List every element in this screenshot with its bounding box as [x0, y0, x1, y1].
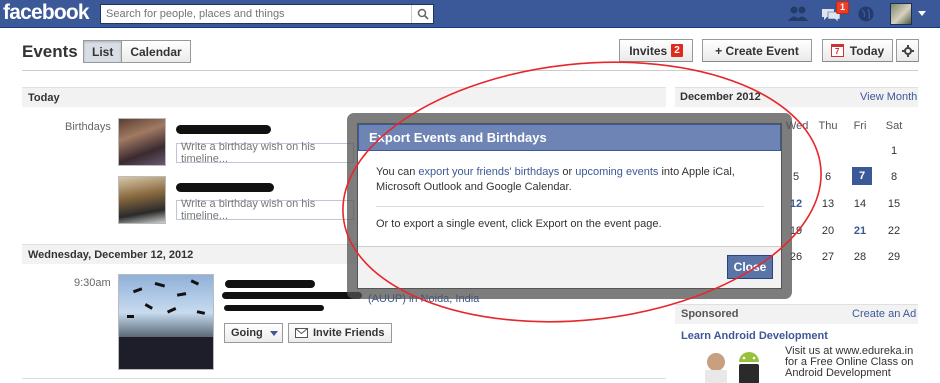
friend-requests-icon[interactable]	[787, 5, 808, 23]
friend-photo-2[interactable]	[118, 176, 166, 224]
redacted-event-detail	[224, 305, 324, 311]
invites-label: Invites	[629, 43, 668, 58]
view-month-link[interactable]: View Month	[860, 91, 917, 103]
tab-calendar[interactable]: Calendar	[121, 41, 190, 62]
facebook-logo[interactable]: facebook	[3, 1, 90, 25]
event-time: 9:30am	[74, 277, 111, 289]
dialog-footer: Close	[358, 246, 781, 288]
birthdays-label: Birthdays	[65, 121, 111, 133]
weekday-sat: Sat	[885, 120, 903, 132]
calendar-day[interactable]: 1	[884, 145, 904, 157]
calendar-day[interactable]: 22	[884, 225, 904, 237]
export-birthdays-link[interactable]: export your friends' birthdays	[418, 166, 559, 178]
android-mascot-icon	[705, 352, 759, 383]
search-icon	[417, 8, 429, 20]
upcoming-events-link[interactable]: upcoming events	[575, 166, 658, 178]
search-input[interactable]	[101, 5, 411, 23]
create-event-button[interactable]: + Create Event	[702, 39, 812, 62]
account-menu-caret-icon[interactable]	[918, 11, 926, 16]
gear-icon	[901, 44, 914, 57]
dialog-text: You can	[376, 166, 419, 178]
birthday-wish-input-2[interactable]: Write a birthday wish on his timeline...	[176, 198, 354, 222]
top-navigation-bar: facebook 1	[0, 0, 940, 28]
calendar-day[interactable]: 27	[818, 251, 838, 263]
friend-photo-1[interactable]	[118, 118, 166, 166]
export-dialog: Export Events and Birthdays You can expo…	[357, 123, 782, 289]
calendar-day-icon: 7	[830, 44, 844, 57]
graduation-caps-image	[119, 279, 213, 369]
today-label: Today	[849, 43, 885, 58]
view-switcher: List Calendar	[83, 40, 191, 63]
settings-button[interactable]	[896, 39, 919, 62]
going-label: Going	[231, 327, 263, 339]
chevron-down-icon	[269, 330, 278, 336]
calendar-day[interactable]: 20	[818, 225, 838, 237]
profile-avatar[interactable]	[890, 3, 912, 25]
header-divider	[22, 70, 918, 71]
dialog-title: Export Events and Birthdays	[358, 124, 781, 151]
redacted-name-1	[176, 125, 271, 134]
dialog-separator	[376, 206, 764, 207]
today-heading: Today	[22, 87, 666, 107]
messages-badge: 1	[836, 1, 850, 14]
redacted-name-2	[176, 183, 274, 192]
event-photo[interactable]	[118, 274, 214, 370]
invites-button[interactable]: Invites 2	[619, 39, 693, 62]
sponsored-label: Sponsored	[681, 308, 739, 320]
dialog-body: You can export your friends' birthdays o…	[358, 151, 781, 232]
weekday-thu: Thu	[818, 120, 838, 132]
today-button[interactable]: 7 Today	[822, 39, 893, 62]
search-box	[100, 4, 434, 24]
calendar-day[interactable]: 15	[884, 198, 904, 210]
calendar-day-event[interactable]: 21	[850, 225, 870, 237]
weekday-fri: Fri	[853, 120, 867, 132]
redacted-event-title	[225, 280, 315, 288]
calendar-month-title: December 2012	[680, 91, 761, 103]
going-dropdown-button[interactable]: Going	[224, 323, 283, 343]
notifications-globe-icon[interactable]	[856, 5, 876, 23]
calendar-day[interactable]: 6	[818, 171, 838, 183]
ad-title-link[interactable]: Learn Android Development	[681, 330, 828, 342]
ad-text: Visit us at www.edureka.in for a Free On…	[785, 346, 913, 379]
calendar-day[interactable]: 13	[818, 198, 838, 210]
invite-friends-label: Invite Friends	[313, 327, 385, 339]
calendar-day[interactable]: 14	[850, 198, 870, 210]
tab-list[interactable]: List	[84, 41, 122, 62]
ad-text-line: Android Development	[785, 367, 891, 379]
redacted-event-host	[222, 292, 362, 299]
invite-friends-button[interactable]: Invite Friends	[288, 323, 392, 343]
birthday-wish-input-1[interactable]: Write a birthday wish on his timeline...	[176, 141, 354, 165]
dialog-text: or	[559, 166, 576, 178]
close-button[interactable]: Close	[727, 255, 773, 279]
create-ad-link[interactable]: Create an Ad	[852, 308, 916, 320]
search-button[interactable]	[411, 5, 433, 23]
page-title: Events	[22, 42, 78, 61]
invites-count-badge: 2	[671, 44, 683, 57]
calendar-day[interactable]: 29	[884, 251, 904, 263]
calendar-day[interactable]: 28	[850, 251, 870, 263]
envelope-icon	[295, 328, 308, 338]
event-bottom-divider	[22, 378, 666, 379]
dialog-paragraph-2: Or to export a single event, click Expor…	[376, 218, 662, 230]
calendar-day-today[interactable]: 7	[852, 167, 872, 185]
dialog-paragraph-1: You can export your friends' birthdays o…	[376, 165, 766, 195]
calendar-day[interactable]: 8	[884, 171, 904, 183]
ad-image[interactable]	[681, 346, 777, 383]
